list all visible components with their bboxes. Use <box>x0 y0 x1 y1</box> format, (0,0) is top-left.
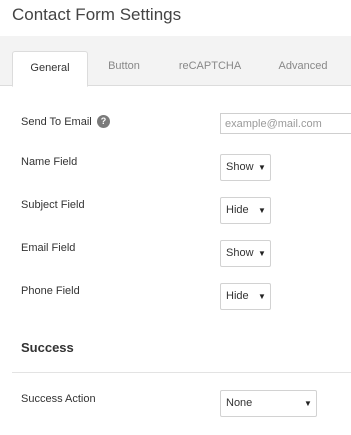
email-field-select-value: Show <box>226 247 254 259</box>
phone-field-label: Phone Field <box>21 285 80 297</box>
tab-advanced[interactable]: Advanced <box>265 51 341 86</box>
tab-recaptcha[interactable]: reCAPTCHA <box>167 51 253 86</box>
subject-field-select[interactable]: Hide ▼ <box>220 197 271 224</box>
phone-field-select-value: Hide <box>226 290 249 302</box>
email-field-select[interactable]: Show ▼ <box>220 240 271 267</box>
page-title: Contact Form Settings <box>12 5 182 24</box>
chevron-down-icon: ▼ <box>258 292 266 301</box>
name-field-label: Name Field <box>21 156 78 168</box>
name-field-select-value: Show <box>226 161 254 173</box>
email-field-label: Email Field <box>21 242 76 254</box>
name-field-select[interactable]: Show ▼ <box>220 154 271 181</box>
section-divider <box>12 372 351 373</box>
phone-field-select[interactable]: Hide ▼ <box>220 283 271 310</box>
question-circle-icon[interactable]: ? <box>97 115 110 128</box>
send-to-email-label: Send To Email <box>21 116 92 128</box>
success-action-select-value: None <box>226 397 253 409</box>
subject-field-label: Subject Field <box>21 199 85 211</box>
send-to-email-input[interactable] <box>220 113 351 134</box>
chevron-down-icon: ▼ <box>258 163 266 172</box>
success-section-title: Success <box>21 340 74 355</box>
tab-button[interactable]: Button <box>93 51 155 86</box>
chevron-down-icon: ▼ <box>258 249 266 258</box>
subject-field-select-value: Hide <box>226 204 249 216</box>
tab-general[interactable]: General <box>12 51 88 87</box>
success-action-select[interactable]: None ▼ <box>220 390 317 417</box>
success-action-label: Success Action <box>21 393 96 405</box>
chevron-down-icon: ▼ <box>258 206 266 215</box>
chevron-down-icon: ▼ <box>304 399 312 408</box>
